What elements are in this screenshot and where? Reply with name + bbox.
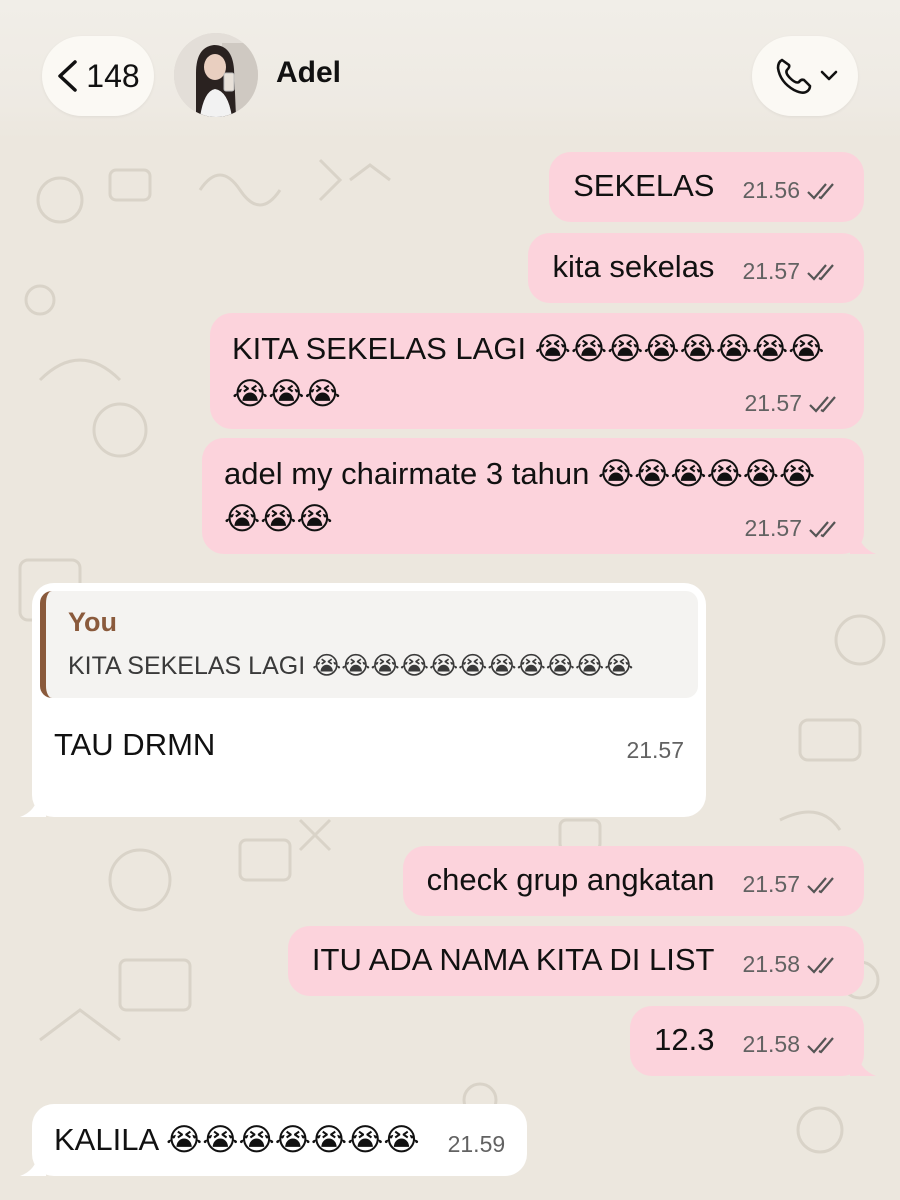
contact-name[interactable]: Adel (276, 56, 341, 90)
message-meta: 21.57 (744, 514, 842, 544)
phone-icon (776, 58, 812, 94)
bubble-tail (20, 1154, 46, 1176)
quoted-message[interactable]: You KITA SEKELAS LAGI 😭😭😭😭😭😭😭😭😭😭😭 (40, 591, 698, 698)
message-text: kita sekelas (552, 249, 715, 284)
message-bubble-outgoing[interactable]: adel my chairmate 3 tahun 😭😭😭😭😭😭😭😭😭 21.5… (202, 438, 876, 554)
message-bubble-outgoing[interactable]: SEKELAS 21.56 (549, 152, 864, 222)
message-bubble-incoming[interactable]: KALILA 😭😭😭😭😭😭😭 21.59 (20, 1104, 528, 1176)
message-time: 21.57 (742, 871, 800, 898)
message-meta: 21.57 (742, 860, 840, 900)
message-meta: 21.58 (742, 940, 840, 980)
message-bubble-outgoing[interactable]: kita sekelas 21.57 (528, 233, 864, 303)
quote-text: KITA SEKELAS LAGI 😭😭😭😭😭😭😭😭😭😭😭 (68, 652, 634, 681)
read-ticks-icon (807, 183, 834, 200)
unread-count: 148 (86, 57, 140, 94)
message-time: 21.57 (744, 390, 802, 417)
message-text: check grup angkatan (426, 862, 715, 897)
message-meta: 21.57 (744, 389, 842, 419)
message-text: SEKELAS (573, 168, 715, 203)
message-meta: 21.58 (742, 1020, 840, 1060)
message-time: 21.57 (742, 258, 800, 285)
bubble-tail (850, 1054, 876, 1076)
message-time: 21.58 (742, 951, 800, 978)
message-time: 21.59 (447, 1131, 506, 1158)
message-bubble-outgoing[interactable]: KITA SEKELAS LAGI 😭😭😭😭😭😭😭😭😭😭😭 21.57 (210, 313, 864, 429)
read-ticks-icon (807, 1037, 834, 1054)
message-text: KALILA 😭😭😭😭😭😭😭 (54, 1122, 420, 1157)
read-ticks-icon (809, 521, 836, 538)
message-time: 21.56 (742, 177, 800, 204)
message-bubble-outgoing[interactable]: check grup angkatan 21.57 (402, 846, 864, 916)
bubble-tail (850, 532, 876, 554)
message-meta: 21.56 (742, 166, 840, 206)
message-bubble-outgoing[interactable]: ITU ADA NAMA KITA DI LIST 21.58 (287, 926, 864, 996)
message-text: ITU ADA NAMA KITA DI LIST (311, 942, 715, 977)
bubble-tail (20, 795, 46, 817)
chevron-left-icon (58, 60, 78, 92)
avatar[interactable] (174, 33, 258, 117)
message-time: 21.57 (744, 515, 802, 542)
chat-area[interactable]: SEKELAS 21.56 kita sekelas 21.57 KITA SE… (0, 0, 900, 1200)
read-ticks-icon (809, 396, 836, 413)
message-time: 21.57 (626, 736, 684, 763)
message-meta: 21.57 (742, 247, 840, 287)
message-text: TAU DRMN (54, 727, 216, 763)
chevron-down-icon (820, 70, 838, 81)
message-text: 12.3 (654, 1022, 715, 1057)
read-ticks-icon (807, 957, 834, 974)
back-button[interactable]: 148 (42, 36, 154, 116)
avatar-image (174, 33, 258, 117)
call-button[interactable] (752, 36, 858, 116)
message-bubble-outgoing[interactable]: 12.3 21.58 (630, 1006, 876, 1076)
read-ticks-icon (807, 264, 834, 281)
read-ticks-icon (807, 877, 834, 894)
chat-header: 148 Adel (0, 0, 900, 140)
quote-author: You (68, 607, 117, 637)
message-time: 21.58 (742, 1031, 800, 1058)
message-bubble-incoming[interactable]: You KITA SEKELAS LAGI 😭😭😭😭😭😭😭😭😭😭😭 TAU DR… (20, 583, 706, 817)
